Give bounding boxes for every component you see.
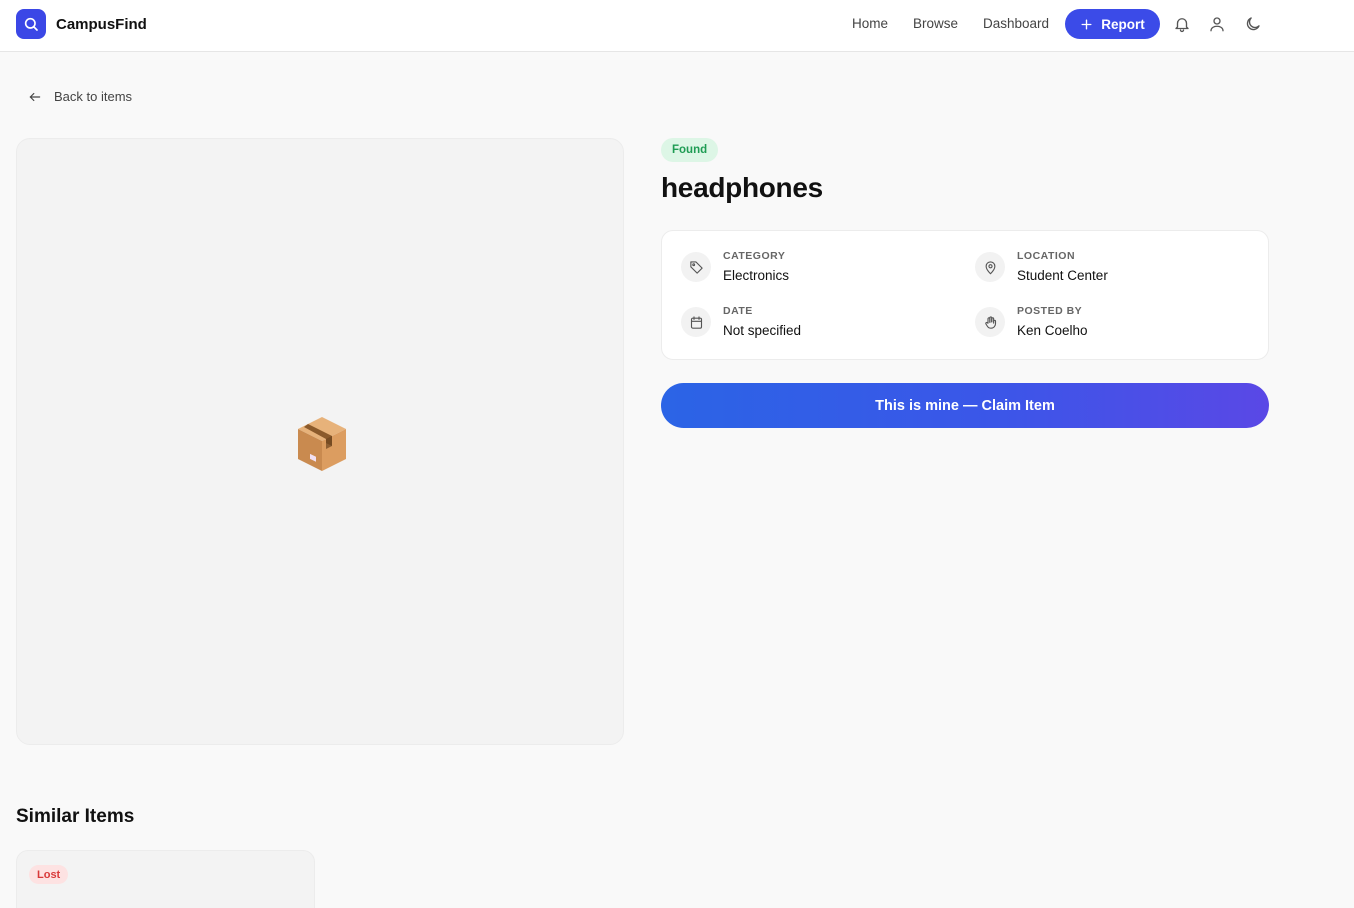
back-link-label: Back to items <box>54 89 133 104</box>
tag-icon <box>689 260 703 274</box>
nav-dashboard[interactable]: Dashboard <box>983 16 1049 31</box>
similar-item-card[interactable]: Lost <box>16 850 315 908</box>
posted-by-label: POSTED BY <box>1017 305 1083 317</box>
report-button[interactable]: Report <box>1065 9 1160 39</box>
package-icon <box>298 417 346 471</box>
report-button-label: Report <box>1101 16 1145 32</box>
bell-icon[interactable] <box>1173 15 1191 33</box>
calendar-icon <box>690 315 702 329</box>
date-value: Not specified <box>723 323 802 338</box>
hand-icon <box>984 315 996 329</box>
back-to-items-link[interactable]: Back to items <box>28 89 132 104</box>
item-details-card: CATEGORY Electronics LOCATION Student Ce… <box>661 230 1269 360</box>
location-label: LOCATION <box>1017 250 1076 262</box>
location-value: Student Center <box>1017 268 1108 283</box>
moon-icon[interactable] <box>1244 15 1262 33</box>
map-pin-icon <box>985 260 995 274</box>
brand-name[interactable]: CampusFind <box>56 16 147 33</box>
detail-posted-by: POSTED BY Ken Coelho <box>975 305 1088 339</box>
item-title: headphones <box>661 172 823 203</box>
similar-items-title: Similar Items <box>16 806 135 827</box>
category-label: CATEGORY <box>723 250 786 262</box>
arrow-left-icon <box>29 92 41 101</box>
detail-location: LOCATION Student Center <box>975 250 1108 284</box>
date-label: DATE <box>723 305 753 317</box>
similar-item-status-badge: Lost <box>29 865 69 884</box>
user-icon[interactable] <box>1208 15 1226 33</box>
item-image-panel <box>16 138 624 745</box>
posted-by-value: Ken Coelho <box>1017 323 1088 338</box>
nav-browse[interactable]: Browse <box>913 16 958 31</box>
top-navbar: CampusFind Home Browse Dashboard Report <box>0 0 1354 52</box>
search-icon <box>24 17 38 31</box>
category-value: Electronics <box>723 268 790 283</box>
plus-icon <box>1081 18 1092 30</box>
claim-item-button[interactable]: This is mine — Claim Item <box>661 383 1269 428</box>
detail-category: CATEGORY Electronics <box>681 250 789 284</box>
status-badge: Found <box>661 138 719 162</box>
nav-home[interactable]: Home <box>852 16 888 31</box>
logo[interactable] <box>16 9 46 39</box>
detail-date: DATE Not specified <box>681 305 801 339</box>
